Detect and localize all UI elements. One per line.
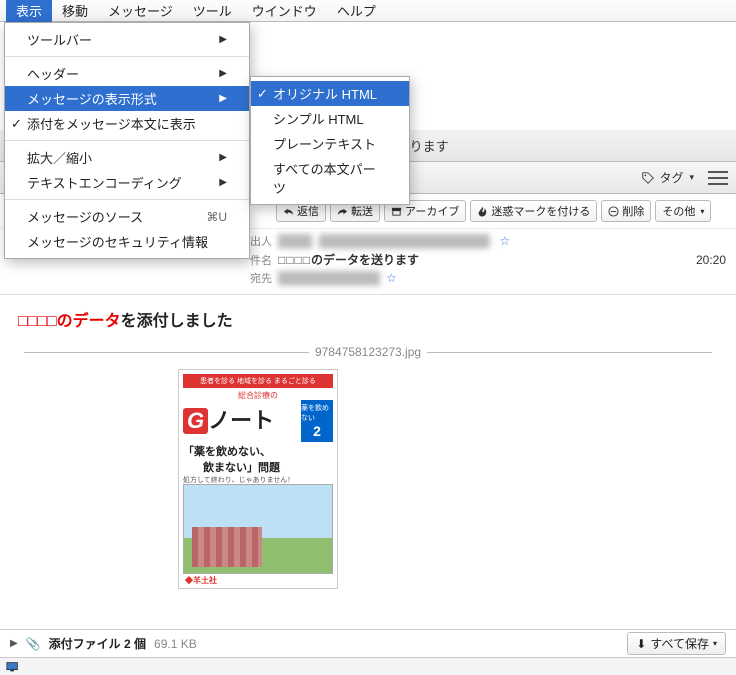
from-value: ████ ‹████████████████████› — [278, 234, 493, 248]
attachments-size: 69.1 KB — [154, 637, 197, 651]
menu-tools[interactable]: ツール — [183, 0, 242, 22]
cover-issue: 薬を飲めない2 — [301, 400, 333, 442]
menu-window[interactable]: ウインドウ — [242, 0, 327, 22]
cover-banner: 患者を診る 地域を診る まるごと診る — [183, 374, 333, 388]
junk-button[interactable]: 迷惑マークを付ける — [470, 200, 597, 222]
paperclip-icon: 📎 — [26, 637, 41, 651]
delete-button[interactable]: 削除 — [601, 200, 651, 222]
menu-message-security[interactable]: メッセージのセキュリティ情報 — [5, 229, 249, 254]
menu-message-format[interactable]: メッセージの表示形式▶ — [5, 86, 249, 111]
menu-go[interactable]: 移動 — [52, 0, 98, 22]
subject-value: □□□□のデータを送ります — [278, 251, 419, 268]
forward-icon — [337, 206, 348, 217]
menu-icon[interactable] — [708, 171, 728, 185]
flame-icon — [477, 206, 488, 217]
format-original-html[interactable]: オリジナル HTML — [251, 81, 409, 106]
menubar: 表示 移動 メッセージ ツール ウインドウ ヘルプ — [0, 0, 736, 22]
attachment-preview[interactable]: 患者を診る 地域を診る まるごと診る 総合診療の Gノート 薬を飲めない2 「薬… — [178, 369, 338, 589]
cover-illustration — [183, 484, 333, 574]
view-menu-dropdown: ツールバー▶ ヘッダー▶ メッセージの表示形式▶ 添付をメッセージ本文に表示 拡… — [4, 22, 250, 259]
to-value: ████████████ — [278, 271, 380, 285]
save-all-button[interactable]: ⬇すべて保存▾ — [627, 632, 726, 655]
message-time: 20:20 — [696, 253, 726, 267]
tag-icon — [641, 171, 655, 185]
body-title: □□□□のデータを添付しました — [18, 307, 718, 331]
menu-view[interactable]: 表示 — [6, 0, 52, 22]
star-icon[interactable]: ☆ — [499, 234, 510, 248]
star-icon[interactable]: ☆ — [386, 271, 397, 285]
menu-toolbar[interactable]: ツールバー▶ — [5, 27, 249, 52]
format-simple-html[interactable]: シンプル HTML — [251, 106, 409, 131]
attachments-bar: ▶ 📎 添付ファイル 2 個 69.1 KB ⬇すべて保存▾ — [0, 629, 736, 657]
to-label: 宛先 — [222, 270, 272, 286]
archive-icon — [391, 206, 402, 217]
monitor-icon — [6, 661, 20, 673]
menu-show-attachments-inline[interactable]: 添付をメッセージ本文に表示 — [5, 111, 249, 136]
reply-icon — [283, 206, 294, 217]
attachment-divider: 9784758123273.jpg — [18, 345, 718, 359]
cover-headline: 「薬を飲めない、飲まない」問題 — [183, 443, 333, 475]
menu-help[interactable]: ヘルプ — [327, 0, 386, 22]
format-plain-text[interactable]: プレーンテキスト — [251, 131, 409, 156]
cover-publisher: ◆羊土社 — [185, 575, 217, 586]
other-button[interactable]: その他▾ — [655, 200, 711, 222]
delete-icon — [608, 206, 619, 217]
format-all-body-parts[interactable]: すべての本文パーツ — [251, 156, 409, 200]
message-body: □□□□のデータを添付しました 9784758123273.jpg 患者を診る … — [0, 294, 736, 674]
tag-button[interactable]: タグ▾ — [635, 167, 700, 188]
menu-text-encoding[interactable]: テキストエンコーディング▶ — [5, 170, 249, 195]
menu-zoom[interactable]: 拡大／縮小▶ — [5, 145, 249, 170]
status-bar — [0, 657, 736, 675]
menu-message-source[interactable]: メッセージのソース⌘U — [5, 204, 249, 229]
attachment-filename: 9784758123273.jpg — [315, 345, 421, 359]
message-format-submenu: オリジナル HTML シンプル HTML プレーンテキスト すべての本文パーツ — [250, 76, 410, 205]
menu-header[interactable]: ヘッダー▶ — [5, 61, 249, 86]
expand-icon[interactable]: ▶ — [10, 638, 18, 649]
menu-message[interactable]: メッセージ — [98, 0, 183, 22]
attachments-label: 添付ファイル 2 個 — [49, 635, 146, 652]
